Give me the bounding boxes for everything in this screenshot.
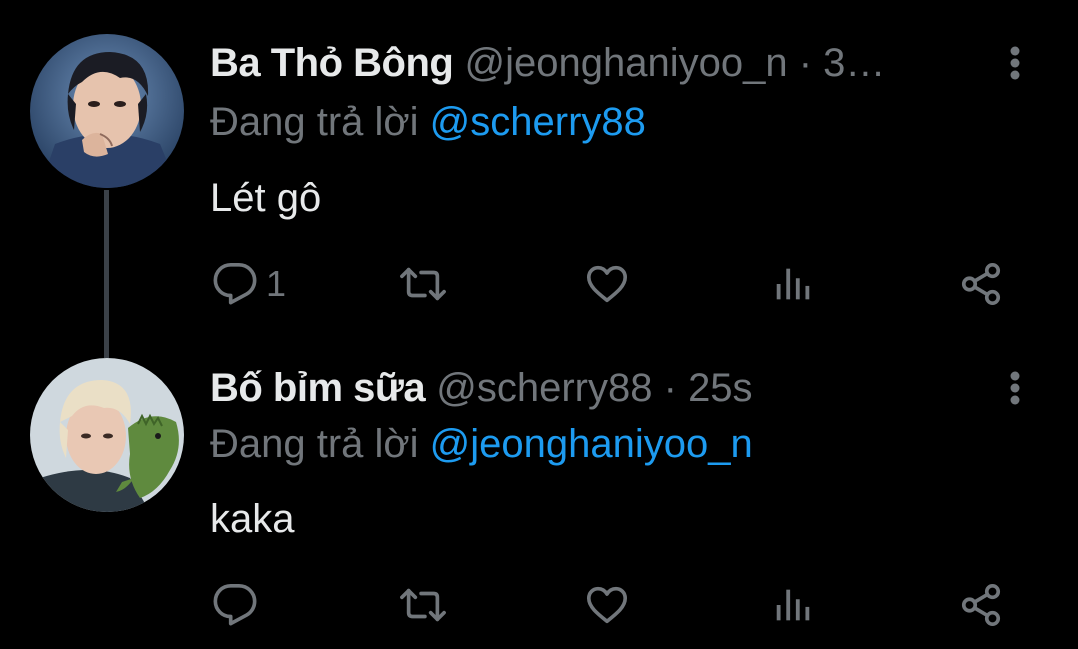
replying-to-line: Đang trả lời @jeonghaniyoo_n: [210, 418, 753, 470]
retweet-icon: [400, 267, 446, 301]
replying-to-label: Đang trả lời: [210, 100, 419, 144]
replying-to-label: Đang trả lời: [210, 422, 419, 466]
retweet-icon: [400, 588, 446, 622]
views-icon: [776, 589, 810, 621]
avatar[interactable]: [30, 34, 184, 188]
views-button[interactable]: [770, 580, 816, 630]
separator-dot: ·: [798, 41, 813, 85]
more-vertical-icon: [1010, 371, 1020, 405]
share-button[interactable]: [958, 259, 1004, 309]
display-name[interactable]: Ba Thỏ Bông: [210, 41, 454, 85]
timestamp[interactable]: 25s: [688, 366, 753, 410]
more-vertical-icon: [1010, 46, 1020, 80]
views-icon: [776, 268, 810, 300]
tweet-header: Ba Thỏ Bông @jeonghaniyoo_n · 3…: [210, 37, 978, 89]
retweet-button[interactable]: [400, 580, 446, 630]
avatar[interactable]: [30, 358, 184, 512]
thread-connector-line: [104, 190, 109, 358]
tweet-actions: [210, 580, 1010, 630]
user-handle[interactable]: @jeonghaniyoo_n: [464, 41, 787, 85]
like-icon: [586, 586, 628, 624]
retweet-button[interactable]: [400, 259, 446, 309]
like-button[interactable]: [584, 259, 630, 309]
reply-button[interactable]: [212, 580, 266, 630]
reply-icon: [213, 584, 257, 626]
like-icon: [586, 265, 628, 303]
display-name[interactable]: Bố bỉm sữa: [210, 366, 426, 410]
more-options-button[interactable]: [1000, 362, 1030, 414]
user-handle[interactable]: @scherry88: [436, 366, 652, 410]
replying-to-line: Đang trả lời @scherry88: [210, 96, 646, 148]
share-icon: [961, 263, 1001, 305]
tweet-text: kaka: [210, 497, 295, 541]
more-options-button[interactable]: [1000, 37, 1030, 89]
share-button[interactable]: [958, 580, 1004, 630]
timestamp[interactable]: 3…: [823, 41, 885, 85]
reply-count: 1: [266, 263, 287, 304]
replying-to-mention[interactable]: @scherry88: [430, 100, 646, 144]
like-button[interactable]: [584, 580, 630, 630]
share-icon: [961, 584, 1001, 626]
avatar-image: [30, 358, 184, 512]
separator-dot: ·: [663, 366, 677, 410]
views-button[interactable]: [770, 259, 816, 309]
avatar-image: [30, 34, 184, 188]
tweet-actions: 1: [210, 259, 1010, 309]
replying-to-mention[interactable]: @jeonghaniyoo_n: [430, 422, 753, 466]
tweet-text: Lét gô: [210, 176, 322, 220]
reply-button[interactable]: 1: [212, 259, 286, 309]
reply-icon: [213, 263, 257, 305]
tweet-header: Bố bỉm sữa @scherry88 · 25s: [210, 362, 978, 414]
